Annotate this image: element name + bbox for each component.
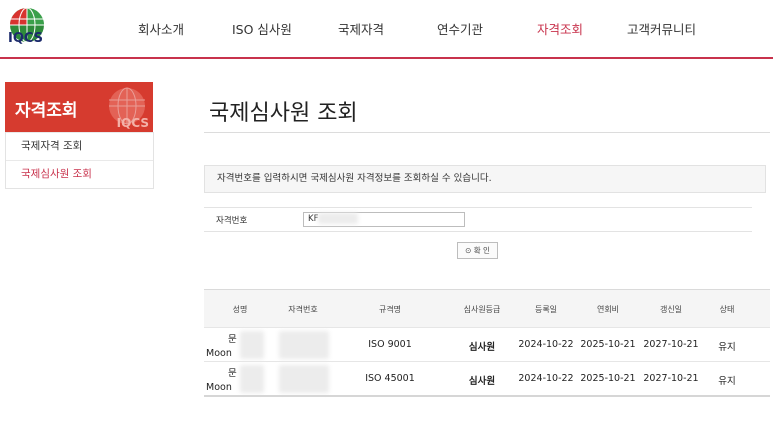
name-en: Moon <box>206 348 232 359</box>
table-bottom-border <box>204 395 770 397</box>
name-ko: 문 <box>228 334 237 345</box>
cell-grade: 심사원 <box>468 376 496 387</box>
sidebar-menu: 국제자격 조회 국제심사원 조회 <box>5 132 154 189</box>
name-ko: 문 <box>228 368 237 379</box>
redacted-cert-no <box>279 331 329 359</box>
cell-registered: 2024-10-22 <box>518 373 574 384</box>
table-row: 문 Moon ISO 9001 심사원 2024-10-22 2025-10-2… <box>204 327 770 362</box>
cell-renewal: 2027-10-21 <box>643 373 699 384</box>
table-header: 성명 자격번호 규격명 심사원등급 등록일 연회비 갱신일 상태 <box>204 289 770 328</box>
cell-registered: 2024-10-22 <box>518 339 574 350</box>
nav-customer-community[interactable]: 고객커뮤니티 <box>627 19 696 38</box>
col-standard: 규격명 <box>378 305 402 314</box>
cell-standard: ISO 45001 <box>365 373 415 384</box>
col-annual-fee: 연회비 <box>596 305 620 314</box>
col-registered: 등록일 <box>534 305 558 314</box>
cell-grade: 심사원 <box>468 342 496 353</box>
table-row: 문 Moon ISO 45001 심사원 2024-10-22 2025-10-… <box>204 361 770 396</box>
name-en: Moon <box>206 382 232 393</box>
nav-training-org[interactable]: 연수기관 <box>437 19 483 38</box>
main-nav: 회사소개 ISO 심사원 국제자격 연수기관 자격조회 고객커뮤니티 <box>0 0 773 57</box>
redacted-name <box>240 365 264 393</box>
col-status: 상태 <box>719 305 735 314</box>
site-header: IQCS 회사소개 ISO 심사원 국제자격 연수기관 자격조회 고객커뮤니티 <box>0 0 773 57</box>
nav-cert-lookup[interactable]: 자격조회 <box>537 19 583 38</box>
page-title: 국제심사원 조회 <box>209 101 358 126</box>
nav-international-cert[interactable]: 국제자격 <box>338 19 384 38</box>
nav-about[interactable]: 회사소개 <box>138 19 184 38</box>
notice-box: 자격번호를 입력하시면 국제심사원 자격정보를 조회하실 수 있습니다. <box>204 165 766 193</box>
cell-status: 유지 <box>718 342 736 353</box>
sidebar-title-box: 자격조회 IQCS <box>5 82 153 132</box>
cert-number-label: 자격번호 <box>216 216 248 226</box>
confirm-button[interactable]: ⊙ 확 인 <box>457 242 498 259</box>
sidebar-item-auditor-lookup[interactable]: 국제심사원 조회 <box>6 160 153 188</box>
sidebar-logo-text: IQCS <box>116 116 149 130</box>
cert-number-form-row: 자격번호 KF <box>204 207 752 232</box>
redacted-name <box>240 331 264 359</box>
col-cert-no: 자격번호 <box>288 305 318 314</box>
cell-status: 유지 <box>718 376 736 387</box>
nav-iso-auditor[interactable]: ISO 심사원 <box>232 19 292 38</box>
col-name: 성명 <box>232 305 248 314</box>
title-divider <box>204 132 770 133</box>
header-divider <box>0 57 773 59</box>
cell-annual-fee: 2025-10-21 <box>580 373 636 384</box>
sidebar-item-international-cert-lookup[interactable]: 국제자격 조회 <box>6 132 153 160</box>
redacted-input-value <box>318 213 358 224</box>
cell-standard: ISO 9001 <box>368 339 412 350</box>
cell-renewal: 2027-10-21 <box>643 339 699 350</box>
redacted-cert-no <box>279 365 329 393</box>
col-renewal: 갱신일 <box>659 305 683 314</box>
sidebar-title: 자격조회 <box>15 101 78 121</box>
col-grade: 심사원등급 <box>463 305 501 314</box>
cell-annual-fee: 2025-10-21 <box>580 339 636 350</box>
